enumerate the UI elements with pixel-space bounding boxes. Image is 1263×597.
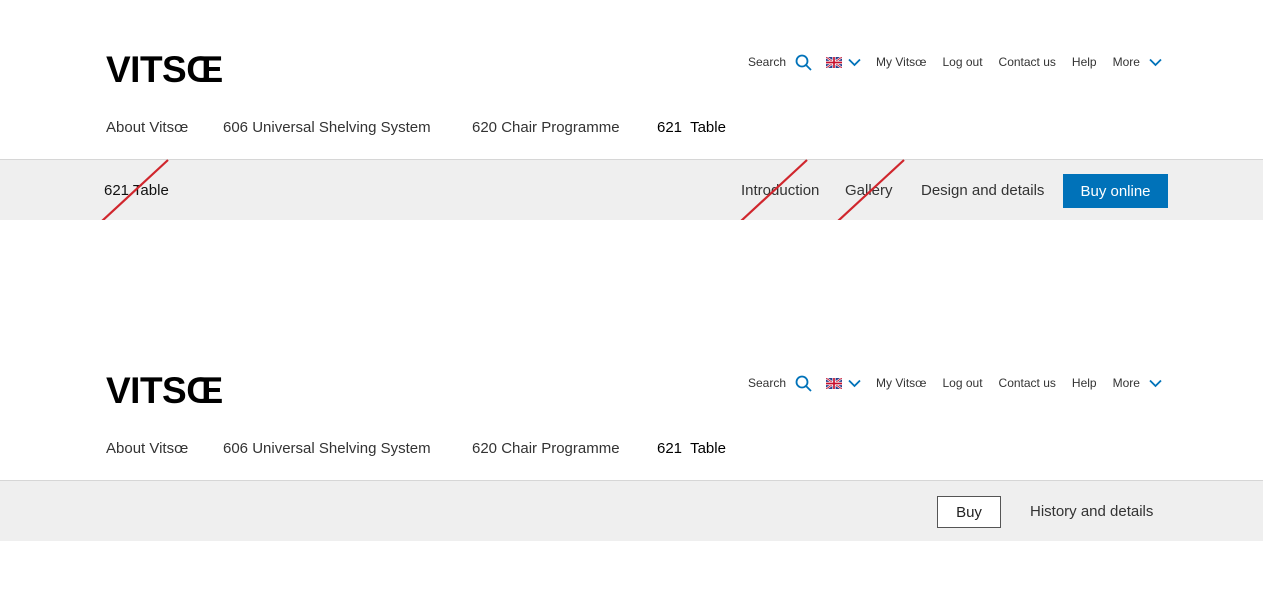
more-link[interactable]: More <box>1113 376 1140 390</box>
nav-620-chair[interactable]: 620 Chair Programme <box>472 440 620 457</box>
my-vitsoe-link[interactable]: My Vitsœ <box>876 376 926 390</box>
header-before: VITSŒ Search My Vitsœ Log out Contact us… <box>0 0 1263 220</box>
uk-flag-icon[interactable] <box>826 377 843 389</box>
nav-621-table[interactable]: 621 Table <box>657 119 726 136</box>
contact-us-link[interactable]: Contact us <box>999 376 1056 390</box>
more-link[interactable]: More <box>1113 55 1140 69</box>
nav-606-shelving[interactable]: 606 Universal Shelving System <box>223 119 431 136</box>
sub-nav-bar: 621 Table Introduction Gallery Design an… <box>0 159 1263 220</box>
search-link[interactable]: Search <box>748 376 786 390</box>
nav-about-vitsoe[interactable]: About Vitsœ <box>106 440 188 457</box>
chevron-down-icon[interactable] <box>1149 58 1162 67</box>
log-out-link[interactable]: Log out <box>942 55 982 69</box>
utility-nav: Search My Vitsœ Log out Contact us Help … <box>748 53 1162 71</box>
help-link[interactable]: Help <box>1072 376 1097 390</box>
contact-us-link[interactable]: Contact us <box>999 55 1056 69</box>
sub-nav-gallery[interactable]: Gallery <box>845 182 893 199</box>
utility-nav: Search My Vitsœ Log out Contact us Help … <box>748 374 1162 392</box>
search-icon[interactable] <box>795 54 812 71</box>
nav-606-shelving[interactable]: 606 Universal Shelving System <box>223 440 431 457</box>
nav-about-vitsoe[interactable]: About Vitsœ <box>106 119 188 136</box>
chevron-down-icon[interactable] <box>848 58 861 67</box>
sub-nav-history-details[interactable]: History and details <box>1030 503 1153 520</box>
buy-online-button[interactable]: Buy online <box>1063 174 1168 208</box>
sub-nav-bar: Buy History and details <box>0 480 1263 541</box>
buy-button[interactable]: Buy <box>937 496 1001 528</box>
vitsoe-logo[interactable]: VITSŒ <box>106 372 223 409</box>
log-out-link[interactable]: Log out <box>942 376 982 390</box>
uk-flag-icon[interactable] <box>826 56 843 68</box>
sub-nav-introduction[interactable]: Introduction <box>741 182 819 199</box>
chevron-down-icon[interactable] <box>848 379 861 388</box>
sub-nav-title: 621 Table <box>104 182 169 199</box>
my-vitsoe-link[interactable]: My Vitsœ <box>876 55 926 69</box>
help-link[interactable]: Help <box>1072 55 1097 69</box>
sub-nav-design-details[interactable]: Design and details <box>921 182 1044 199</box>
nav-620-chair[interactable]: 620 Chair Programme <box>472 119 620 136</box>
search-link[interactable]: Search <box>748 55 786 69</box>
nav-621-table[interactable]: 621 Table <box>657 440 726 457</box>
vitsoe-logo[interactable]: VITSŒ <box>106 51 223 88</box>
search-icon[interactable] <box>795 375 812 392</box>
chevron-down-icon[interactable] <box>1149 379 1162 388</box>
header-after: VITSŒ Search My Vitsœ Log out Contact us… <box>0 321 1263 541</box>
